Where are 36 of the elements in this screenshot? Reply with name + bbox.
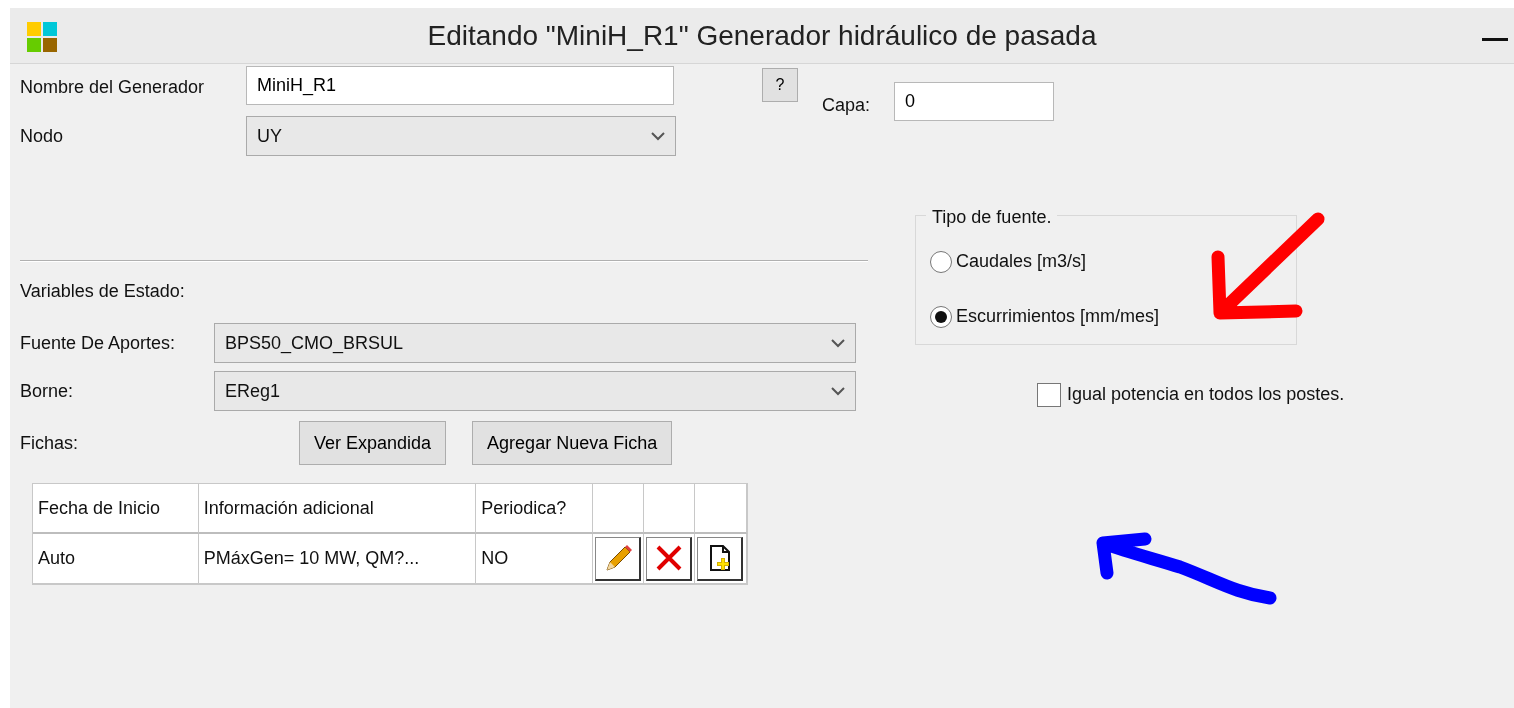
delete-icon bbox=[654, 544, 683, 572]
layer-field[interactable]: 0 bbox=[894, 82, 1055, 121]
column-header: Periodica? bbox=[476, 484, 593, 534]
radio-label: Escurrimientos [mm/mes] bbox=[956, 305, 1160, 328]
section-title: Variables de Estado: bbox=[20, 280, 186, 303]
radio-button[interactable] bbox=[930, 305, 952, 328]
table-cell: PMáxGen= 10 MW, QM?... bbox=[203, 548, 420, 568]
checkbox-label: Igual potencia en todos los postes. bbox=[1067, 383, 1345, 406]
table-cell: Auto bbox=[38, 548, 76, 568]
chevron-icon bbox=[651, 131, 665, 141]
field-label: Nombre del Generador bbox=[20, 76, 206, 99]
window-title: Editando "MiniH_R1" Generador hidráulico de pasada bbox=[427, 18, 1097, 53]
chevron-icon bbox=[831, 386, 845, 396]
node-dropdown[interactable]: UY bbox=[246, 116, 676, 156]
action-button[interactable]: Agregar Nueva Ficha bbox=[472, 421, 673, 465]
checkbox[interactable] bbox=[1037, 382, 1061, 407]
field-label: Fichas: bbox=[20, 431, 80, 455]
field-label: Fuente De Aportes: bbox=[20, 331, 177, 355]
app-logo-icon bbox=[27, 22, 57, 52]
field-label: Nodo bbox=[20, 124, 65, 148]
field-label: Capa: bbox=[822, 94, 871, 117]
edit-button[interactable] bbox=[595, 536, 641, 581]
table-cell: NO bbox=[481, 548, 509, 568]
help-button[interactable]: ? bbox=[762, 68, 798, 102]
chevron-icon bbox=[831, 338, 845, 348]
column-header: Información adicional bbox=[198, 484, 477, 534]
field-label: Borne: bbox=[20, 379, 75, 403]
name-field[interactable]: MiniH_R1 bbox=[246, 66, 674, 105]
source-dropdown[interactable]: BPS50_CMO_BRSUL bbox=[214, 323, 856, 363]
copy-button[interactable] bbox=[697, 536, 743, 581]
column-header: Fecha de Inicio bbox=[33, 484, 199, 534]
radio-button[interactable] bbox=[930, 250, 952, 273]
terminal-dropdown[interactable]: EReg1 bbox=[214, 371, 856, 411]
delete-button[interactable] bbox=[646, 536, 692, 581]
action-button[interactable]: Ver Expandida bbox=[299, 421, 447, 465]
radio-label: Caudales [m3/s] bbox=[956, 250, 1087, 273]
